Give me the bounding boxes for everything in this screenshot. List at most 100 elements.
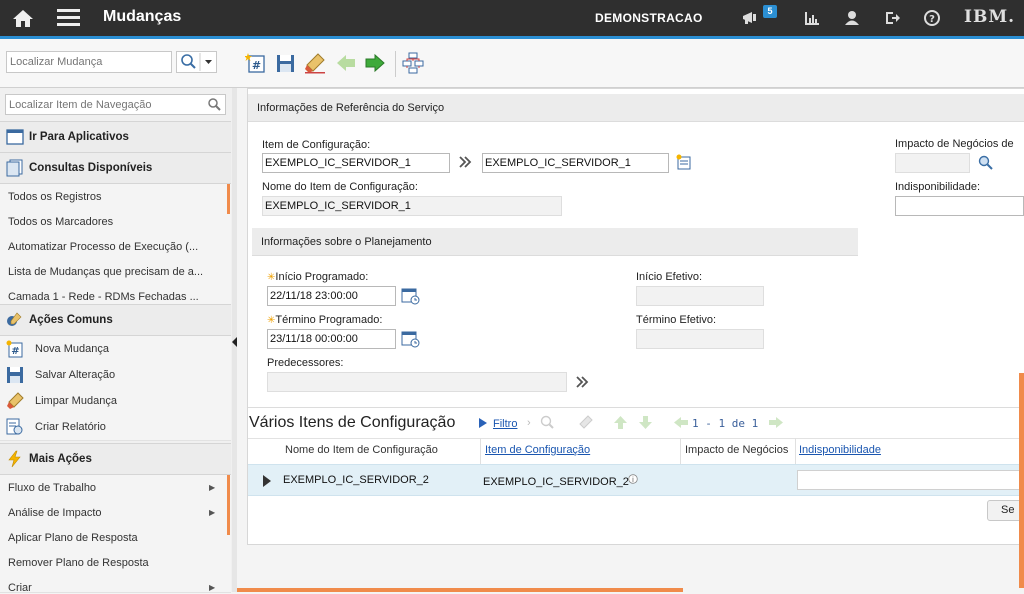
query-automate-process[interactable]: Automatizar Processo de Execução (... bbox=[8, 241, 208, 253]
environment-label: DEMONSTRACAO bbox=[595, 11, 703, 25]
column-divider bbox=[480, 438, 481, 464]
filter-link[interactable]: Filtro bbox=[493, 418, 517, 430]
common-actions-header[interactable]: Ações Comuns bbox=[0, 304, 231, 336]
more-row[interactable]: Análise de Impacto ▶ bbox=[0, 500, 231, 526]
calendar-icon[interactable] bbox=[401, 287, 420, 305]
query-row[interactable]: Todos os Registros bbox=[0, 184, 231, 210]
query-row[interactable]: Todos os Marcadores bbox=[0, 209, 231, 235]
col-header-ci-name: Nome do Item de Configuração bbox=[285, 444, 438, 456]
submenu-arrow-icon: ▶ bbox=[209, 508, 216, 517]
more-create[interactable]: Criar bbox=[8, 582, 208, 594]
more-remove-plan[interactable]: Remover Plano de Resposta bbox=[8, 557, 208, 569]
col-header-impact: Impacto de Negócios bbox=[685, 444, 789, 456]
nav-search-input[interactable] bbox=[5, 94, 226, 115]
row-ci: EXEMPLO_IC_SERVIDOR_2 bbox=[483, 476, 629, 488]
select-value-icon[interactable] bbox=[676, 154, 693, 171]
find-change-input[interactable] bbox=[6, 51, 172, 73]
sched-end-input[interactable]: 23/11/18 00:00:00 bbox=[267, 329, 396, 349]
page-scrollbar[interactable] bbox=[1019, 373, 1024, 588]
more-workflow[interactable]: Fluxo de Trabalho bbox=[8, 482, 208, 494]
queries-icon bbox=[6, 159, 24, 177]
next-icon[interactable] bbox=[364, 52, 388, 76]
create-report-icon bbox=[6, 418, 24, 436]
action-row[interactable]: Salvar Alteração bbox=[0, 362, 231, 389]
sched-end-label: ✳Término Programado: bbox=[267, 314, 383, 326]
create-report-action[interactable]: Criar Relatório bbox=[35, 421, 106, 433]
chevron-right-icon: › bbox=[527, 417, 531, 429]
more-apply-plan[interactable]: Aplicar Plano de Resposta bbox=[8, 532, 208, 544]
nav-search-icon[interactable] bbox=[207, 97, 221, 111]
col-header-ci[interactable]: Item de Configuração bbox=[485, 444, 590, 456]
row-unavailability-field[interactable] bbox=[797, 470, 1024, 490]
filter-icon[interactable] bbox=[478, 417, 488, 429]
pagination-text: 1 - 1 de 1 bbox=[692, 417, 759, 430]
workflow-icon[interactable] bbox=[402, 52, 426, 76]
more-row[interactable]: Aplicar Plano de Resposta bbox=[0, 525, 231, 551]
search-icon[interactable] bbox=[978, 155, 994, 171]
clear-change-action[interactable]: Limpar Mudança bbox=[35, 395, 117, 407]
actual-start-label: Início Efetivo: bbox=[636, 271, 703, 283]
unavailability-field[interactable] bbox=[895, 196, 1024, 216]
go-to-apps-header[interactable]: Ir Para Aplicativos bbox=[0, 121, 231, 153]
previous-icon[interactable] bbox=[335, 52, 359, 76]
query-layer-network[interactable]: Camada 1 - Rede - RDMs Fechadas ... bbox=[8, 291, 208, 303]
query-changes-list[interactable]: Lista de Mudanças que precisam de a... bbox=[8, 266, 208, 278]
notification-badge[interactable]: 5 bbox=[763, 5, 777, 18]
action-row[interactable]: Criar Relatório bbox=[0, 414, 231, 441]
ci-input-secondary[interactable]: EXEMPLO_IC_SERVIDOR_1 bbox=[482, 153, 669, 173]
col-header-unavailability[interactable]: Indisponibilidade bbox=[799, 444, 881, 456]
toolbar-divider bbox=[395, 51, 396, 77]
save-icon[interactable] bbox=[275, 52, 299, 76]
new-change-action[interactable]: Nova Mudança bbox=[35, 343, 109, 355]
ci-input[interactable]: EXEMPLO_IC_SERVIDOR_1 bbox=[262, 153, 450, 173]
new-record-icon[interactable]: # bbox=[245, 52, 269, 76]
user-icon[interactable] bbox=[844, 10, 860, 26]
detail-menu-icon[interactable] bbox=[576, 376, 589, 388]
save-change-icon bbox=[6, 366, 24, 384]
submenu-arrow-icon: ▶ bbox=[209, 483, 216, 492]
clear-icon[interactable] bbox=[304, 52, 328, 76]
query-scrollbar[interactable] bbox=[227, 184, 230, 214]
announcement-icon[interactable] bbox=[742, 10, 760, 26]
query-row[interactable]: Automatizar Processo de Execução (... bbox=[0, 234, 231, 260]
svg-text:#: # bbox=[252, 59, 261, 72]
actual-end-field bbox=[636, 329, 764, 349]
go-to-apps-label: Ir Para Aplicativos bbox=[29, 131, 129, 143]
menu-icon[interactable] bbox=[57, 9, 80, 27]
query-all-records[interactable]: Todos os Registros bbox=[8, 191, 208, 203]
more-actions-header[interactable]: Mais Ações bbox=[0, 443, 231, 475]
action-row[interactable]: Limpar Mudança bbox=[0, 388, 231, 415]
business-impact-field[interactable] bbox=[895, 153, 970, 173]
planning-section[interactable]: Informações sobre o Planejamento bbox=[252, 228, 858, 256]
query-all-bookmarks[interactable]: Todos os Marcadores bbox=[8, 216, 208, 228]
more-impact-analysis[interactable]: Análise de Impacto bbox=[8, 507, 208, 519]
sched-start-input[interactable]: 22/11/18 23:00:00 bbox=[267, 286, 396, 306]
more-row[interactable]: Criar ▶ bbox=[0, 575, 231, 594]
query-row[interactable]: Lista de Mudanças que precisam de a... bbox=[0, 259, 231, 285]
more-row[interactable]: Remover Plano de Resposta bbox=[0, 550, 231, 576]
sched-start-label: ✳Início Programado: bbox=[267, 271, 369, 283]
help-icon[interactable]: ? bbox=[924, 10, 940, 26]
row-ci-name: EXEMPLO_IC_SERVIDOR_2 bbox=[283, 474, 429, 486]
table-divider bbox=[248, 407, 1024, 408]
column-divider bbox=[680, 438, 681, 464]
action-row[interactable]: # Nova Mudança bbox=[0, 336, 231, 363]
available-queries-header[interactable]: Consultas Disponíveis bbox=[0, 152, 231, 184]
horizontal-scrollbar[interactable] bbox=[237, 588, 683, 592]
service-ref-section[interactable]: Informações de Referência do Serviço bbox=[248, 94, 1024, 122]
predecessors-field[interactable] bbox=[267, 372, 567, 392]
more-row[interactable]: Fluxo de Trabalho ▶ bbox=[0, 475, 231, 501]
detail-menu-icon[interactable] bbox=[459, 156, 472, 168]
row-expand-icon[interactable] bbox=[262, 474, 272, 488]
find-change-search-button[interactable] bbox=[176, 51, 217, 73]
home-icon[interactable] bbox=[12, 9, 34, 28]
calendar-icon[interactable] bbox=[401, 330, 420, 348]
more-scrollbar[interactable] bbox=[227, 475, 230, 535]
reports-icon[interactable] bbox=[804, 10, 820, 26]
svg-text:i: i bbox=[632, 476, 634, 484]
save-change-action[interactable]: Salvar Alteração bbox=[35, 369, 115, 381]
logout-icon[interactable] bbox=[884, 10, 900, 26]
clear-change-icon bbox=[6, 392, 24, 410]
info-icon[interactable]: i bbox=[628, 474, 638, 484]
move-down-icon bbox=[638, 415, 653, 430]
